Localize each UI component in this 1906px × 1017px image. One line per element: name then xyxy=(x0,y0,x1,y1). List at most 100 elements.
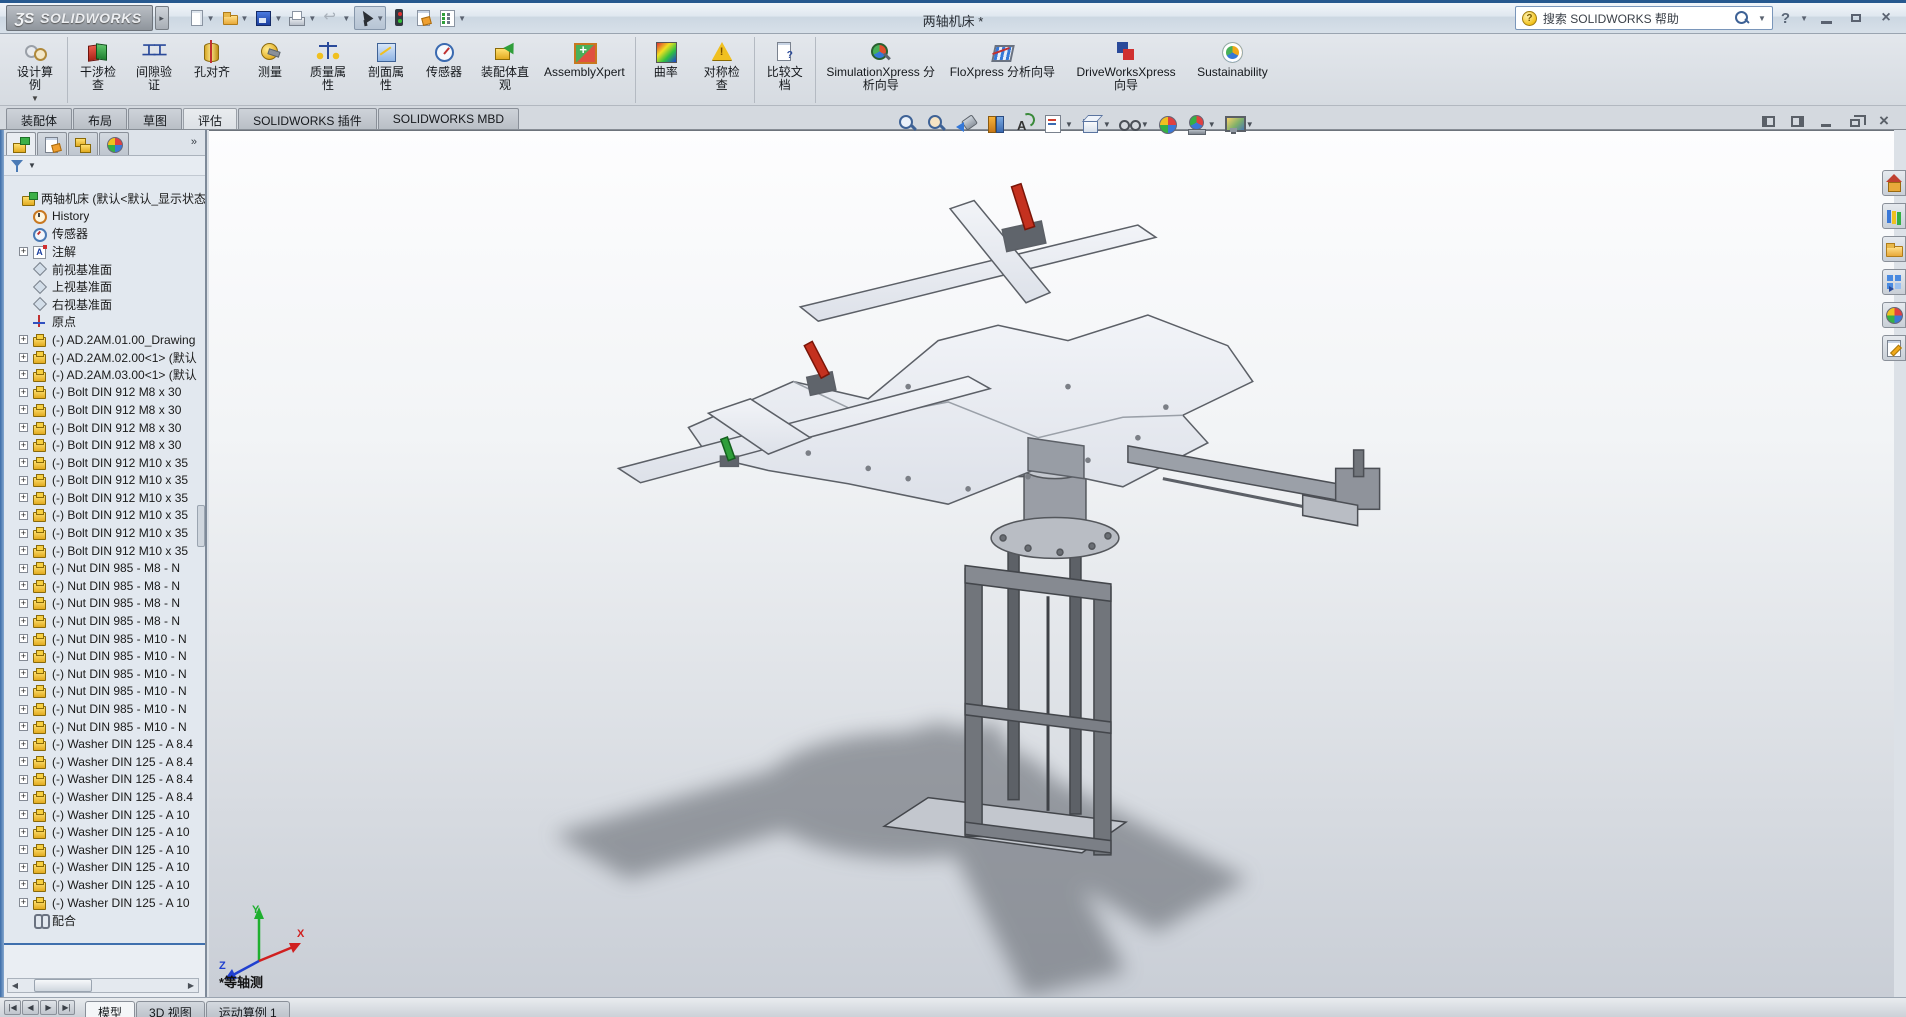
featuremanager-panel-tab[interactable] xyxy=(68,132,98,155)
ribbon-button[interactable]: 设计算例 ▼ xyxy=(6,37,64,103)
tree-item[interactable]: + (-) Washer DIN 125 - A 8.4 xyxy=(4,788,205,806)
tree-item[interactable]: + 配合 xyxy=(4,911,205,930)
tree-scrollbar-thumb[interactable] xyxy=(197,505,205,547)
document-view-tab[interactable]: 3D 视图 xyxy=(136,1000,205,1017)
dropdown-arrow-icon[interactable]: ▼ xyxy=(1141,120,1149,129)
tree-item[interactable]: + (-) Nut DIN 985 - M10 - N xyxy=(4,718,205,736)
document-close-button[interactable]: × xyxy=(1874,112,1894,130)
tree-item[interactable]: + (-) Bolt DIN 912 M8 x 30 xyxy=(4,384,205,402)
help-dropdown-icon[interactable]: ▼ xyxy=(1800,14,1808,23)
expand-toggle[interactable]: + xyxy=(19,880,28,890)
expand-toggle[interactable]: + xyxy=(19,546,28,556)
view-tool-button[interactable]: ▼ xyxy=(1221,112,1256,136)
tree-item[interactable]: + (-) Nut DIN 985 - M8 - N xyxy=(4,595,205,613)
view-tool-button[interactable]: ▼ xyxy=(1040,112,1075,136)
dropdown-arrow-icon[interactable]: ▼ xyxy=(1065,120,1073,129)
scrollbar-track[interactable] xyxy=(22,979,184,992)
commandmanager-tab[interactable]: SOLIDWORKS 插件 xyxy=(238,108,377,129)
tree-item[interactable]: + (-) Washer DIN 125 - A 8.4 xyxy=(4,753,205,771)
expand-toggle[interactable]: + xyxy=(19,898,28,908)
view-tool-button[interactable]: ▼ xyxy=(924,112,950,136)
pane-left-button[interactable] xyxy=(1758,112,1778,130)
expand-toggle[interactable]: + xyxy=(19,475,28,485)
ribbon-button[interactable]: 剖面属性 ▼ xyxy=(357,37,415,103)
tree-item[interactable]: + (-) Bolt DIN 912 M10 x 35 xyxy=(4,507,205,525)
task-pane-tab[interactable] xyxy=(1882,302,1906,328)
graphics-area[interactable]: Y X Z *等轴测 xyxy=(209,130,1894,997)
pane-right-button[interactable] xyxy=(1787,112,1807,130)
expand-toggle[interactable]: + xyxy=(19,598,28,608)
ribbon-button[interactable]: 装配体直观 ▼ xyxy=(473,37,537,103)
expand-toggle[interactable]: + xyxy=(19,405,28,415)
study-nav-button[interactable]: ▶ xyxy=(40,1000,57,1015)
tree-item[interactable]: + (-) Nut DIN 985 - M8 - N xyxy=(4,612,205,630)
tree-item[interactable]: + (-) Nut DIN 985 - M10 - N xyxy=(4,700,205,718)
commandmanager-tab[interactable]: 装配体 xyxy=(6,108,73,129)
study-nav-button[interactable]: |◀ xyxy=(4,1000,21,1015)
featuremanager-panel-tab[interactable] xyxy=(99,132,129,155)
ribbon-button[interactable]: SimulationXpress 分析向导 ▼ xyxy=(814,37,943,103)
expand-toggle[interactable]: + xyxy=(19,440,28,450)
quick-tool-button[interactable]: ▼ xyxy=(354,6,387,30)
tree-item[interactable]: + 右视基准面 xyxy=(4,296,205,314)
dropdown-arrow-icon[interactable]: ▼ xyxy=(342,14,350,23)
expand-toggle[interactable]: + xyxy=(19,739,28,749)
view-tool-button[interactable]: ▼ xyxy=(953,112,979,136)
document-restore-button[interactable] xyxy=(1845,112,1866,130)
expand-toggle[interactable]: + xyxy=(19,247,28,257)
featuremanager-panel-tab[interactable] xyxy=(6,132,36,155)
dropdown-arrow-icon[interactable]: ▼ xyxy=(1246,120,1254,129)
tree-item[interactable]: + (-) Washer DIN 125 - A 10 xyxy=(4,806,205,824)
tree-item[interactable]: + (-) Bolt DIN 912 M10 x 35 xyxy=(4,489,205,507)
ribbon-button[interactable]: 对称检查 ▼ xyxy=(693,37,751,103)
tree-item[interactable]: + (-) Bolt DIN 912 M8 x 30 xyxy=(4,436,205,454)
filter-icon[interactable] xyxy=(10,159,24,173)
expand-toggle[interactable]: + xyxy=(19,581,28,591)
tree-item[interactable]: + (-) Nut DIN 985 - M8 - N xyxy=(4,577,205,595)
search-dropdown-icon[interactable]: ▼ xyxy=(1758,14,1766,23)
view-tool-button[interactable]: ▼ xyxy=(1183,112,1218,136)
menu-expand-arrow[interactable]: ▸ xyxy=(154,6,169,30)
help-button[interactable]: ? xyxy=(1781,10,1790,27)
expand-toggle[interactable]: + xyxy=(19,722,28,732)
tree-item[interactable]: + (-) Nut DIN 985 - M10 - N xyxy=(4,630,205,648)
tree-item[interactable]: + (-) Bolt DIN 912 M8 x 30 xyxy=(4,401,205,419)
expand-toggle[interactable]: + xyxy=(19,616,28,626)
tree-item[interactable]: + (-) Nut DIN 985 - M8 - N xyxy=(4,559,205,577)
commandmanager-tab[interactable]: 草图 xyxy=(128,108,183,129)
expand-toggle[interactable]: + xyxy=(19,634,28,644)
tree-item[interactable]: + 两轴机床 (默认<默认_显示状态 xyxy=(4,190,205,208)
study-nav-button[interactable]: ◀ xyxy=(22,1000,39,1015)
assembly-model[interactable] xyxy=(209,131,1894,997)
expand-toggle[interactable]: + xyxy=(19,423,28,433)
tree-item[interactable]: + (-) Washer DIN 125 - A 8.4 xyxy=(4,735,205,753)
scrollbar-thumb[interactable] xyxy=(34,979,92,992)
cross-table-plate[interactable] xyxy=(687,314,1254,505)
view-tool-button[interactable]: ▼ xyxy=(1116,112,1151,136)
dropdown-arrow-icon[interactable]: ▼ xyxy=(1103,120,1111,129)
quick-tool-button[interactable]: ▼ xyxy=(388,6,410,30)
expand-toggle[interactable]: + xyxy=(19,827,28,837)
dropdown-arrow-icon[interactable]: ▼ xyxy=(31,94,39,104)
tree-item[interactable]: + (-) Nut DIN 985 - M10 - N xyxy=(4,683,205,701)
tree-item[interactable]: + 上视基准面 xyxy=(4,278,205,296)
dropdown-arrow-icon[interactable]: ▼ xyxy=(274,14,282,23)
ribbon-button[interactable]: 孔对齐 ▼ xyxy=(183,37,241,103)
ribbon-button[interactable]: AssemblyXpert ▼ xyxy=(537,37,632,103)
window-restore-button[interactable] xyxy=(1846,9,1866,27)
quick-tool-button[interactable]: ▼ xyxy=(412,6,434,30)
filter-dropdown-icon[interactable]: ▼ xyxy=(28,161,36,170)
tree-item[interactable]: + (-) Bolt DIN 912 M10 x 35 xyxy=(4,524,205,542)
tree-item[interactable]: + (-) AD.2AM.02.00<1> (默认 xyxy=(4,348,205,366)
view-tool-button[interactable]: ▼ xyxy=(1154,112,1180,136)
quick-tool-button[interactable]: ▼ xyxy=(252,6,284,30)
expand-toggle[interactable]: + xyxy=(19,335,28,345)
tree-item[interactable]: + 前视基准面 xyxy=(4,260,205,278)
search-input[interactable] xyxy=(1542,11,1728,25)
commandmanager-tab[interactable]: 评估 xyxy=(183,108,238,129)
expand-toggle[interactable]: + xyxy=(19,845,28,855)
expand-toggle[interactable]: + xyxy=(19,563,28,573)
view-tool-button[interactable]: ▼ xyxy=(1011,112,1037,136)
quick-tool-button[interactable]: ▼ xyxy=(219,6,251,30)
tree-item[interactable]: + (-) AD.2AM.01.00_Drawing xyxy=(4,331,205,349)
